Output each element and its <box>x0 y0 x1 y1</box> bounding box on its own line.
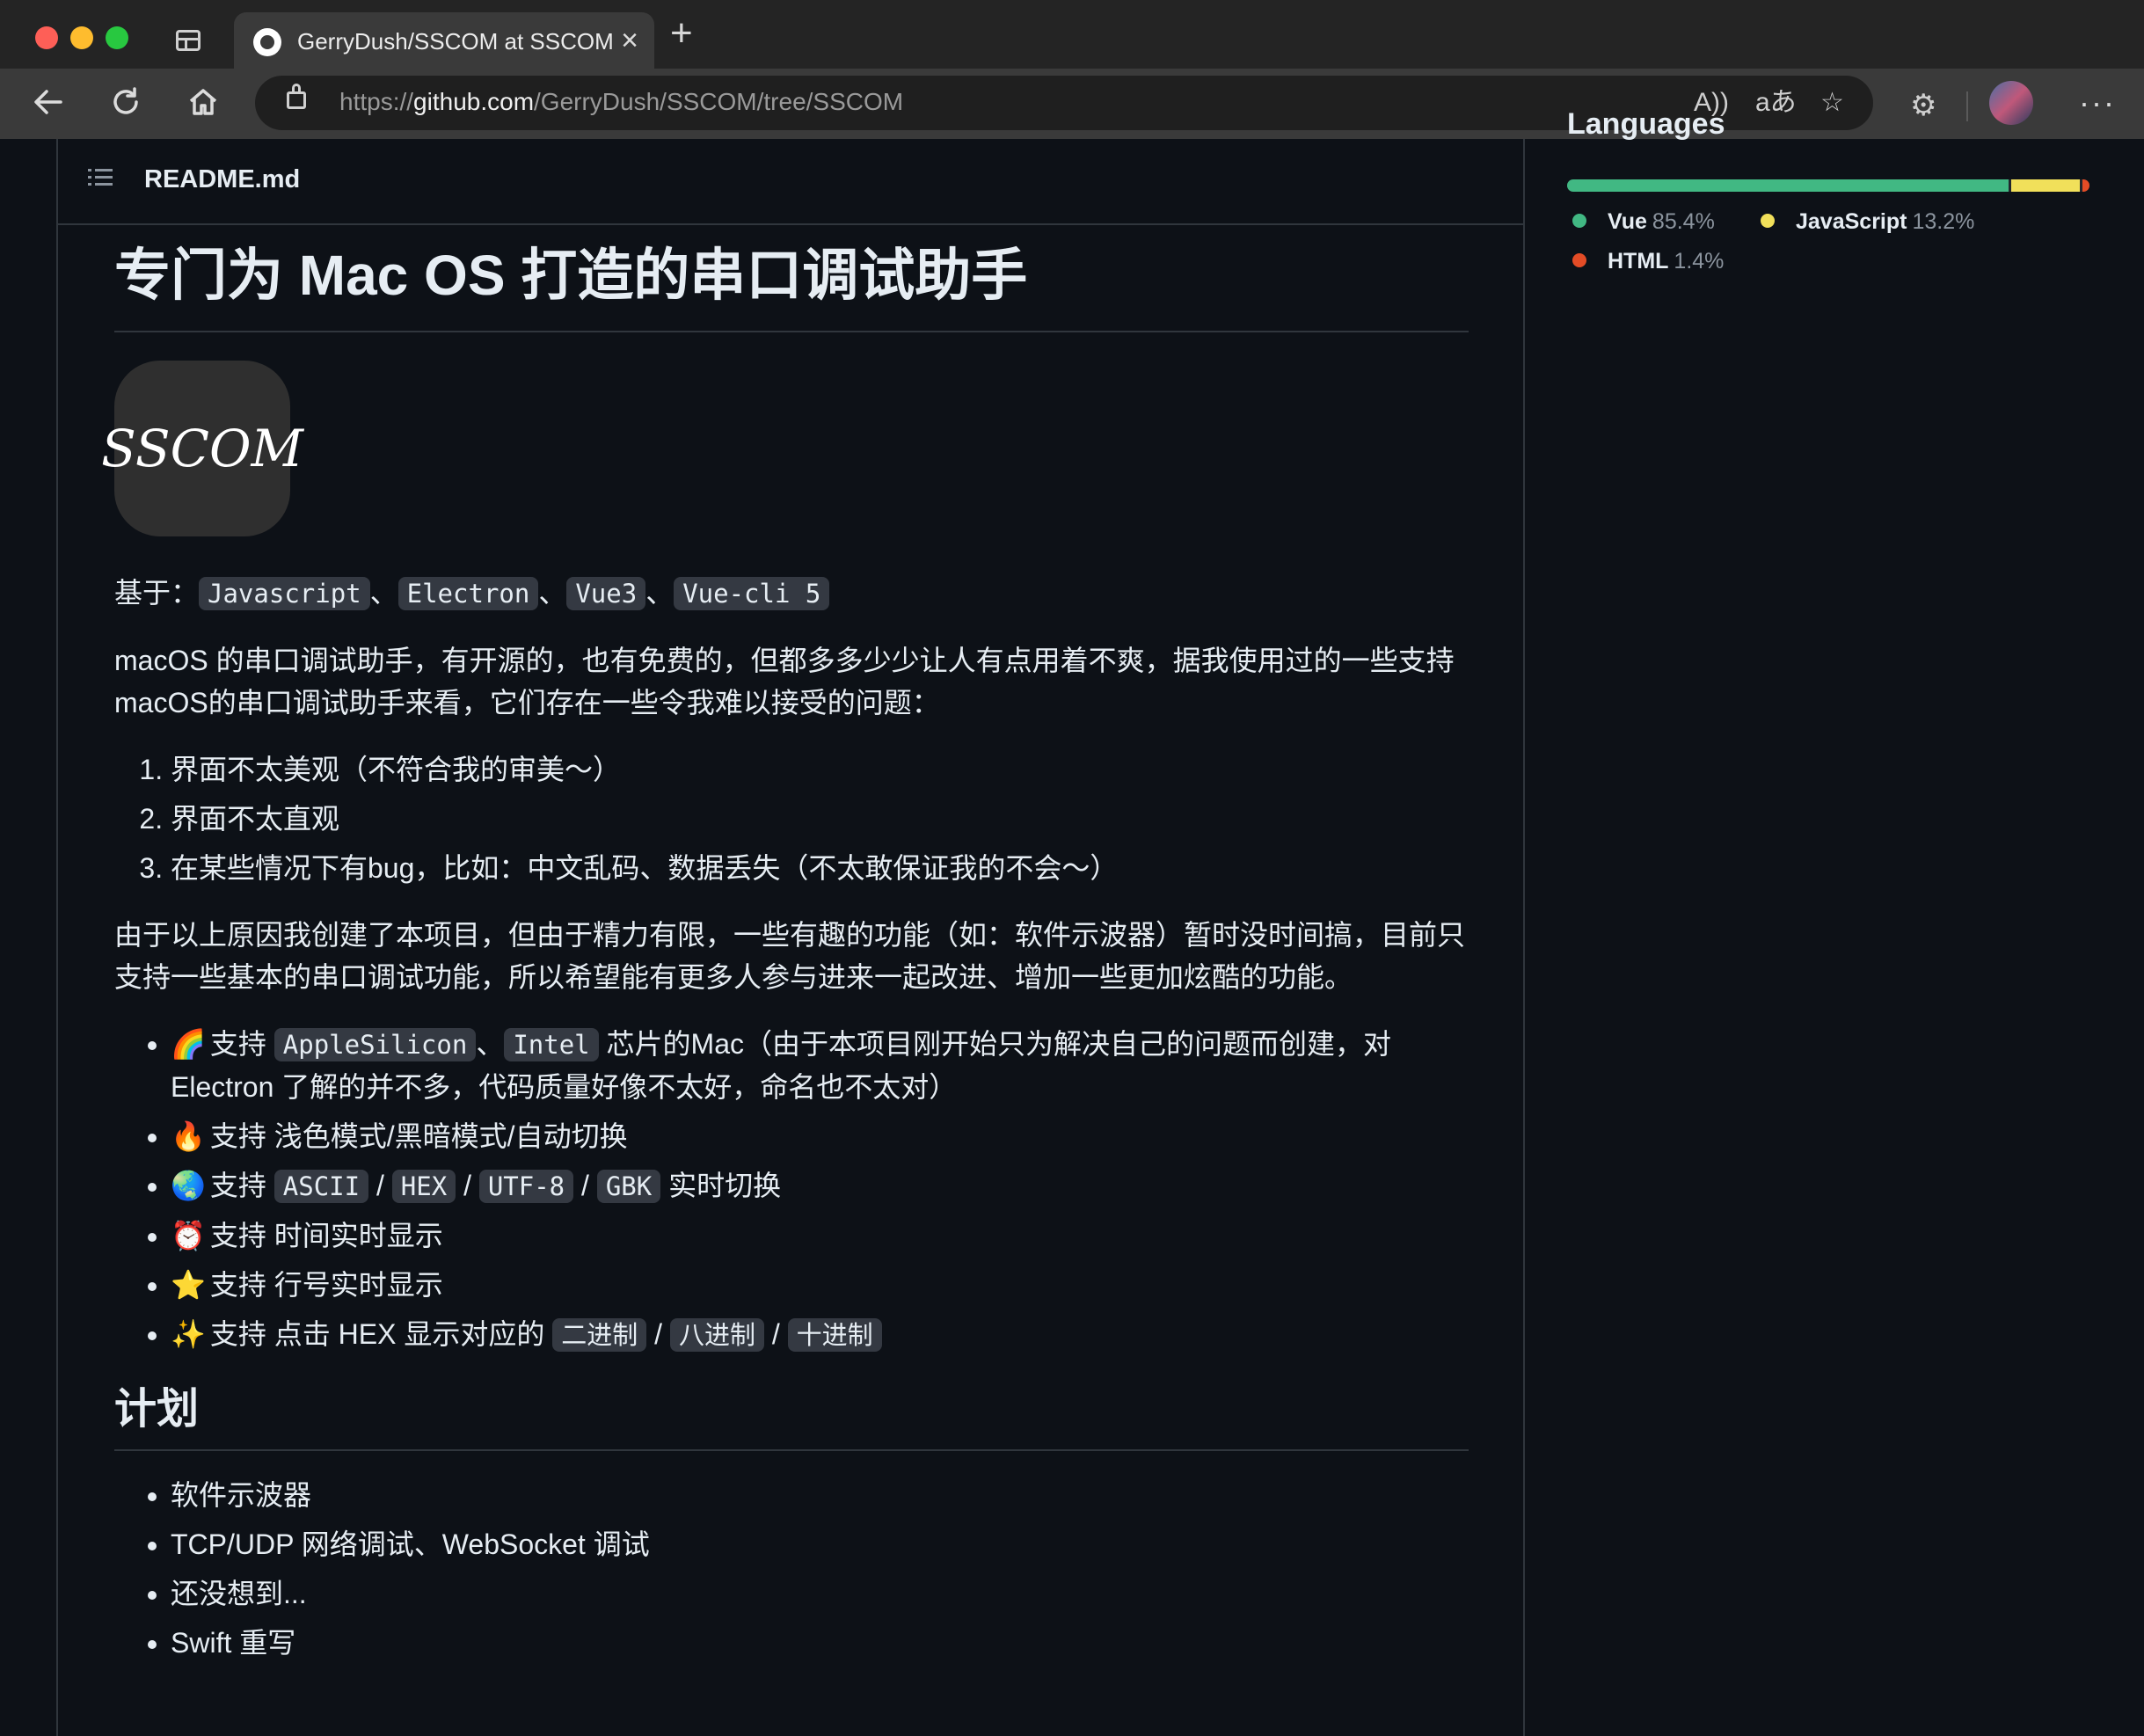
browser-tab[interactable]: GerryDush/SSCOM at SSCOM × <box>234 12 654 69</box>
readme-header: README.md <box>58 139 1523 225</box>
language-html[interactable]: HTML 1.4% <box>1572 249 1724 274</box>
tab-close-icon[interactable]: × <box>621 23 638 58</box>
tech-tag: Vue-cli 5 <box>674 577 830 610</box>
lock-icon[interactable] <box>287 84 306 109</box>
list-item: 界面不太直观 <box>171 798 1469 840</box>
list-item: 在某些情况下有bug，比如：中文乱码、数据丢失（不太敢保证我的不会～） <box>171 847 1469 889</box>
list-item: 🌈 支持 AppleSilicon、Intel 芯片的Mac（由于本项目刚开始只… <box>171 1023 1469 1108</box>
features-list: 🌈 支持 AppleSilicon、Intel 芯片的Mac（由于本项目刚开始只… <box>114 1023 1469 1356</box>
list-item: ⏰ 支持 时间实时显示 <box>171 1214 1469 1257</box>
language-bar-segment <box>2082 179 2089 192</box>
languages-heading: Languages <box>1567 107 1725 141</box>
language-bar-segment <box>2011 179 2080 192</box>
profile-avatar[interactable] <box>1989 81 2033 125</box>
more-menu-icon[interactable]: ··· <box>2079 84 2116 121</box>
list-item: 🌏 支持 ASCII / HEX / UTF-8 / GBK 实时切换 <box>171 1164 1469 1207</box>
alarm-clock-icon: ⏰ <box>171 1220 206 1251</box>
languages-bar <box>1567 179 2089 192</box>
extensions-icon[interactable]: ⚙ <box>1910 88 1936 123</box>
intro-paragraph: macOS 的串口调试助手，有开源的，也有免费的，但都多多少少让人有点用着不爽，… <box>114 645 1455 718</box>
fire-icon: 🔥 <box>171 1120 206 1152</box>
language-color-dot <box>1572 214 1586 229</box>
sidebar-toggle-icon[interactable] <box>176 30 201 51</box>
tab-title: GerryDush/SSCOM at SSCOM <box>297 28 614 55</box>
readme-filename[interactable]: README.md <box>144 165 300 194</box>
language-javascript[interactable]: JavaScript 13.2% <box>1761 209 1974 235</box>
motivation-paragraph: 由于以上原因我创建了本项目，但由于精力有限，一些有趣的功能（如：软件示波器）暂时… <box>114 919 1466 993</box>
sscom-logo: SSCOM <box>101 361 303 536</box>
based-on-line: 基于： Javascript、 Electron、 Vue3、 Vue-cli 5 <box>114 572 1469 615</box>
tech-tag: Electron <box>397 577 539 610</box>
list-item: 还没想到... <box>171 1572 1469 1615</box>
plan-list: 软件示波器 TCP/UDP 网络调试、WebSocket 调试 还没想到... … <box>114 1474 1469 1664</box>
globe-icon: 🌏 <box>171 1170 206 1201</box>
list-item: 界面不太美观（不符合我的审美～） <box>171 748 1469 791</box>
add-favorite-icon[interactable]: ☆ <box>1820 86 1844 120</box>
list-item: 软件示波器 <box>171 1474 1469 1516</box>
list-item: ✨ 支持 点击 HEX 显示对应的 二进制 / 八进制 / 十进制 <box>171 1313 1469 1356</box>
url-text[interactable]: https://github.com/GerryDush/SSCOM/tree/… <box>339 88 903 116</box>
list-item: TCP/UDP 网络调试、WebSocket 调试 <box>171 1523 1469 1565</box>
github-icon <box>253 28 281 56</box>
problems-list: 界面不太美观（不符合我的审美～） 界面不太直观 在某些情况下有bug，比如：中文… <box>114 748 1469 889</box>
list-item: 🔥 支持 浅色模式/黑暗模式/自动切换 <box>171 1115 1469 1157</box>
browser-toolbar: https://github.com/GerryDush/SSCOM/tree/… <box>0 69 2144 141</box>
list-item: Swift 重写 <box>171 1622 1469 1664</box>
list-item: ⭐ 支持 行号实时显示 <box>171 1264 1469 1306</box>
toolbar-divider <box>1966 91 1968 121</box>
page-content: README.md 专门为 Mac OS 打造的串口调试助手 SSCOM 基于：… <box>0 107 2144 1736</box>
language-color-dot <box>1761 214 1775 229</box>
home-icon[interactable] <box>181 84 225 128</box>
translate-icon[interactable]: aあ <box>1755 86 1797 120</box>
language-bar-segment <box>1567 179 2009 192</box>
back-icon[interactable] <box>26 84 70 128</box>
minimize-window-button[interactable] <box>70 26 93 49</box>
readme-title: 专门为 Mac OS 打造的串口调试助手 <box>114 236 1469 332</box>
plan-heading: 计划 <box>114 1379 1469 1451</box>
tech-tag: Vue3 <box>566 577 646 610</box>
language-color-dot <box>1572 253 1586 268</box>
tech-tag: Javascript <box>199 577 370 610</box>
sparkles-icon: ✨ <box>171 1318 206 1350</box>
rainbow-icon: 🌈 <box>171 1028 206 1060</box>
zoom-window-button[interactable] <box>106 26 128 49</box>
close-window-button[interactable] <box>35 26 58 49</box>
languages-panel: Languages Vue 85.4% JavaScript 13.2% HTML 1… <box>1567 107 2095 667</box>
readme-body: 专门为 Mac OS 打造的串口调试助手 SSCOM 基于： Javascript… <box>101 236 1469 1671</box>
outline-list-icon[interactable] <box>88 165 113 190</box>
language-vue[interactable]: Vue 85.4% <box>1572 209 1715 235</box>
new-tab-button[interactable]: + <box>670 14 693 53</box>
browser-tab-bar: GerryDush/SSCOM at SSCOM × + <box>0 0 2144 69</box>
reload-icon[interactable] <box>104 84 148 128</box>
star-icon: ⭐ <box>171 1269 206 1301</box>
